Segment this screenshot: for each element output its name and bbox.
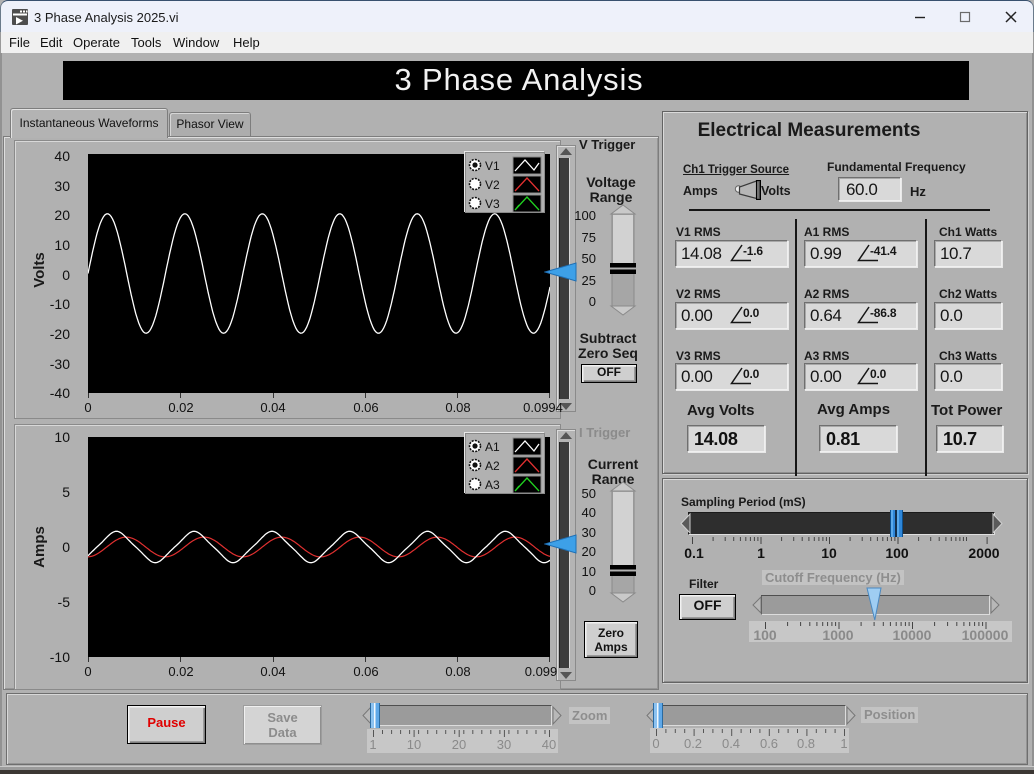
svg-text:A1: A1	[485, 440, 500, 454]
svg-text:A2: A2	[485, 459, 500, 473]
svg-text:A3: A3	[485, 478, 500, 492]
svg-text:V3: V3	[485, 197, 500, 211]
svg-text:V2: V2	[485, 178, 500, 192]
svg-text:V1: V1	[485, 159, 500, 173]
